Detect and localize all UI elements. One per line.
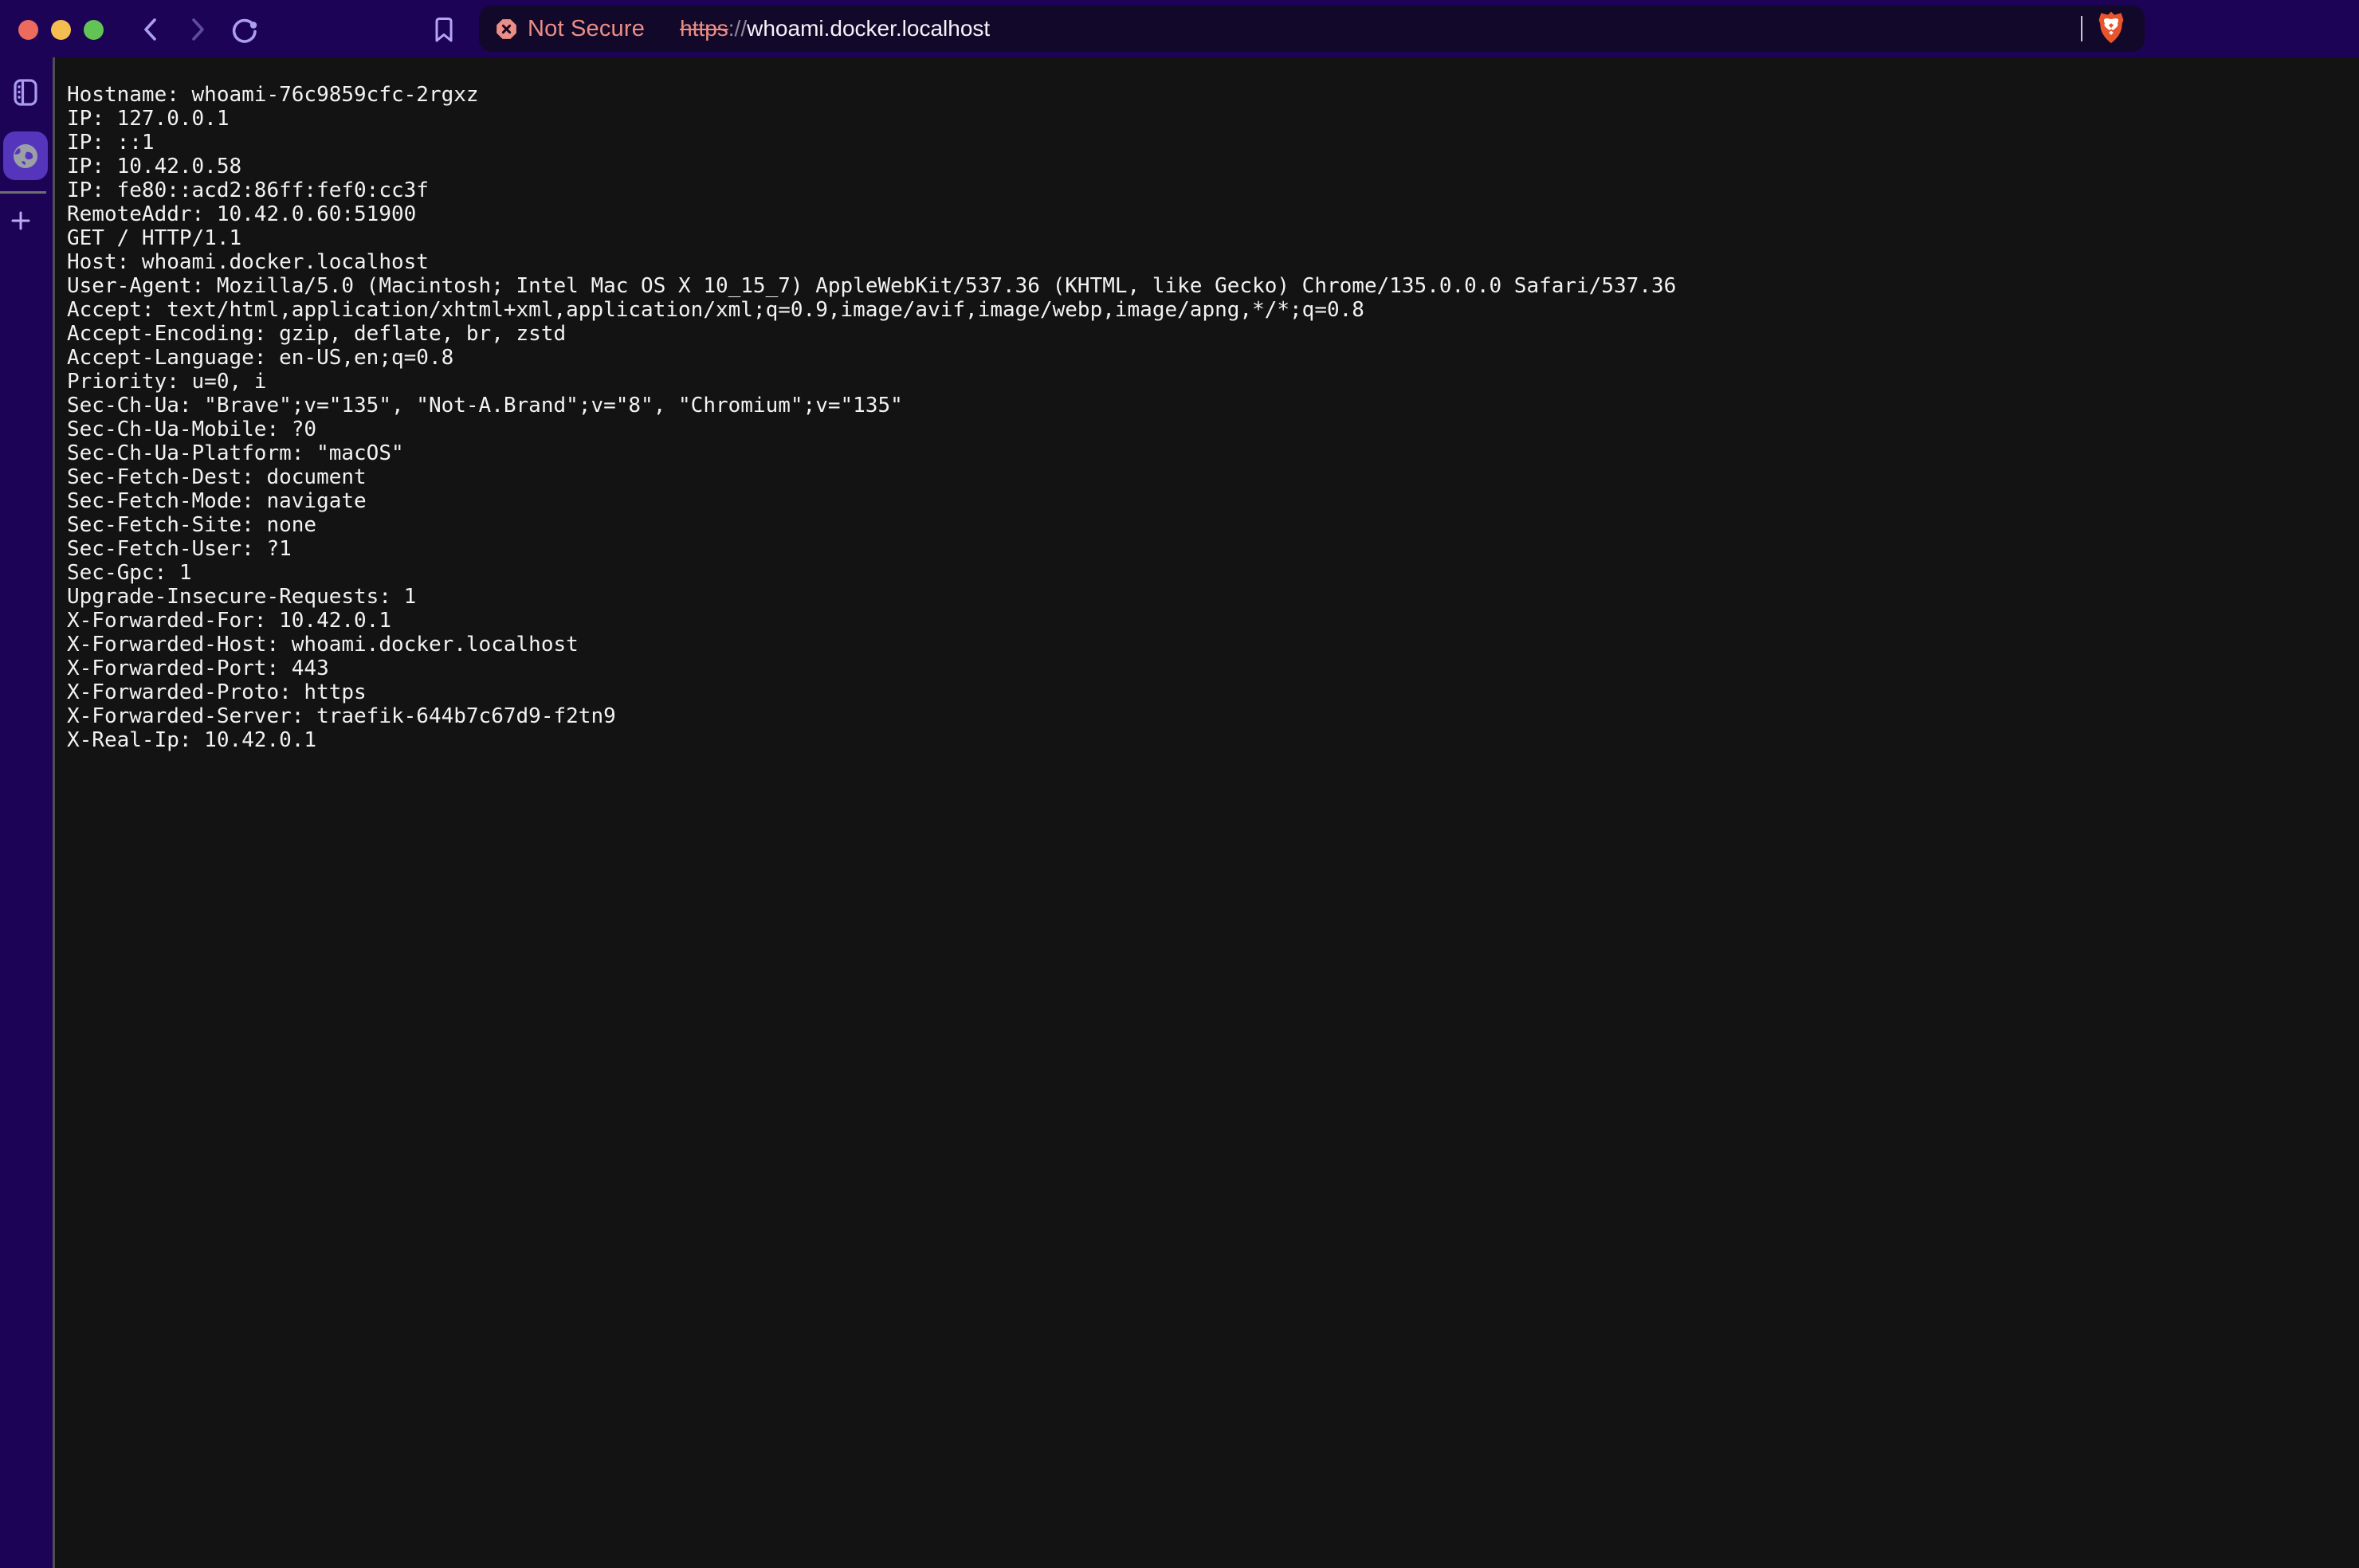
forward-button[interactable] bbox=[183, 16, 210, 43]
back-button[interactable] bbox=[138, 16, 165, 43]
bookmark-button[interactable] bbox=[433, 16, 460, 43]
url-host: whoami.docker.localhost bbox=[747, 16, 990, 41]
chevron-left-icon bbox=[138, 16, 165, 43]
url-text[interactable]: https://whoami.docker.localhost bbox=[680, 16, 990, 41]
brave-shields-button[interactable] bbox=[2095, 10, 2127, 47]
plus-icon bbox=[11, 211, 30, 230]
new-tab-button[interactable] bbox=[4, 204, 37, 237]
browser-toolbar: Not Secure https://whoami.docker.localho… bbox=[0, 0, 2359, 57]
zoom-window-button[interactable] bbox=[84, 20, 104, 40]
whoami-response-body: Hostname: whoami-76c9859cfc-2rgxz IP: 12… bbox=[55, 57, 2359, 752]
close-window-button[interactable] bbox=[18, 20, 38, 40]
globe-favicon-icon bbox=[11, 142, 40, 171]
tab-whoami-active[interactable] bbox=[3, 131, 48, 180]
url-bar[interactable]: Not Secure https://whoami.docker.localho… bbox=[479, 6, 2145, 52]
brave-lion-icon bbox=[2095, 10, 2127, 47]
octagon-x-icon bbox=[496, 18, 517, 40]
tab-separator bbox=[0, 191, 46, 194]
url-separator: :// bbox=[728, 16, 747, 41]
url-scheme: https bbox=[680, 16, 728, 41]
security-badge[interactable]: Not Secure bbox=[496, 16, 645, 42]
urlbar-divider bbox=[2081, 16, 2082, 41]
sidebar-panel-icon bbox=[14, 79, 37, 106]
reload-icon bbox=[230, 16, 257, 45]
bookmark-icon bbox=[433, 16, 460, 43]
security-badge-label: Not Secure bbox=[528, 16, 645, 42]
window-controls bbox=[18, 20, 104, 40]
page-viewport: Hostname: whoami-76c9859cfc-2rgxz IP: 12… bbox=[55, 57, 2359, 1568]
vertical-tabs-sidebar bbox=[0, 57, 53, 1568]
reload-button[interactable] bbox=[230, 16, 257, 43]
chevron-right-icon bbox=[183, 16, 210, 43]
sidebar-toggle-button[interactable] bbox=[14, 79, 37, 106]
minimize-window-button[interactable] bbox=[51, 20, 71, 40]
